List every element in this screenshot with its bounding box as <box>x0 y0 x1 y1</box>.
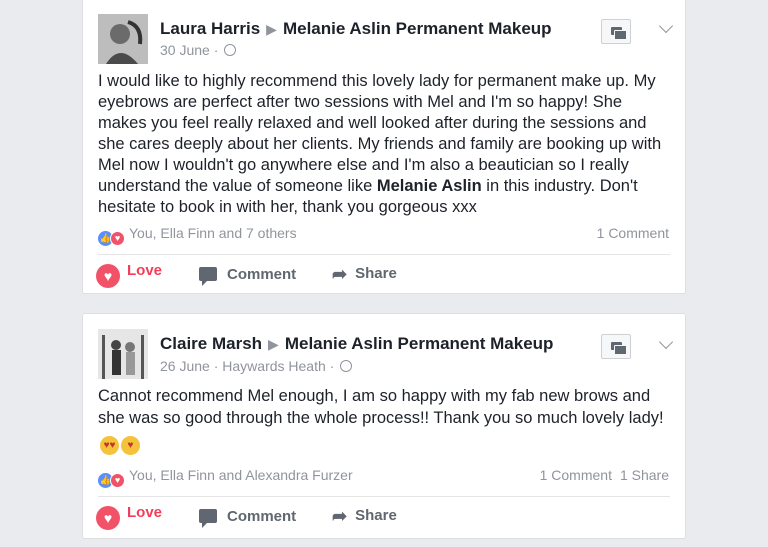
divider <box>98 254 670 255</box>
comment-icon <box>199 509 217 528</box>
post-location[interactable]: Haywards Heath <box>222 358 326 374</box>
post-date[interactable]: 26 June <box>160 358 210 374</box>
share-button[interactable]: ➦ Share <box>332 264 397 285</box>
globe-icon <box>340 360 353 372</box>
love-button[interactable]: ♥ Love <box>96 262 162 288</box>
reaction-names: You, Ella Finn and 7 others <box>129 225 297 241</box>
comment-count[interactable]: 1 Comment <box>540 467 612 483</box>
reaction-names: You, Ella Finn and Alexandra Furzer <box>129 467 353 483</box>
reaction-summary[interactable]: 👍 ♥ You, Ella Finn and Alexandra Furzer <box>98 467 353 488</box>
reaction-summary[interactable]: 👍 ♥ You, Ella Finn and 7 others <box>98 225 297 246</box>
avatar[interactable] <box>98 14 148 64</box>
comment-button[interactable]: Comment <box>199 266 296 286</box>
post-meta: 30 June · <box>160 42 237 58</box>
love-button[interactable]: ♥ Love <box>96 504 162 530</box>
post-text: Cannot recommend Mel enough, I am so hap… <box>98 386 673 455</box>
kiss-emoji: ♥ <box>121 436 140 455</box>
chevron-down-icon[interactable] <box>658 18 674 34</box>
share-button[interactable]: ➦ Share <box>332 506 397 527</box>
comment-icon <box>199 267 217 286</box>
share-count[interactable]: 1 Share <box>620 467 669 483</box>
post-meta: 26 June · Haywards Heath · <box>160 358 353 374</box>
heart-icon: ♥ <box>96 506 120 530</box>
heart-eyes-emoji: ♥♥ <box>100 436 119 455</box>
share-icon: ➦ <box>332 264 348 284</box>
message-button[interactable] <box>601 19 631 44</box>
page-name[interactable]: Melanie Aslin Permanent Makeup <box>285 334 554 353</box>
arrow-right-icon: ▶ <box>266 21 277 37</box>
globe-icon <box>224 44 237 56</box>
engagement-counts: 1 Comment 1 Share <box>540 467 669 483</box>
author-name[interactable]: Laura Harris <box>160 19 260 38</box>
page-name[interactable]: Melanie Aslin Permanent Makeup <box>283 19 552 38</box>
arrow-right-icon: ▶ <box>268 336 279 352</box>
avatar[interactable] <box>98 329 148 379</box>
chevron-down-icon[interactable] <box>658 334 674 350</box>
message-button[interactable] <box>601 334 631 359</box>
divider <box>98 496 670 497</box>
post-date[interactable]: 30 June <box>160 42 210 58</box>
comment-count[interactable]: 1 Comment <box>597 225 669 241</box>
love-reaction-icon: ♥ <box>110 473 125 488</box>
post-text: I would like to highly recommend this lo… <box>98 72 662 216</box>
post-card: Claire Marsh ▶ Melanie Aslin Permanent Mak… <box>82 313 686 539</box>
love-reaction-icon: ♥ <box>110 231 125 246</box>
tagged-page[interactable]: Melanie Aslin <box>377 177 482 195</box>
heart-icon: ♥ <box>96 264 120 288</box>
engagement-counts: 1 Comment <box>597 225 669 241</box>
author-name[interactable]: Claire Marsh <box>160 334 262 353</box>
post-header: Claire Marsh ▶ Melanie Aslin Permanent Mak… <box>160 334 553 354</box>
share-icon: ➦ <box>332 506 348 526</box>
post-header: Laura Harris ▶ Melanie Aslin Permanent Mak… <box>160 19 552 39</box>
post-card: Laura Harris ▶ Melanie Aslin Permanent Mak… <box>82 0 686 294</box>
comment-button[interactable]: Comment <box>199 508 296 528</box>
